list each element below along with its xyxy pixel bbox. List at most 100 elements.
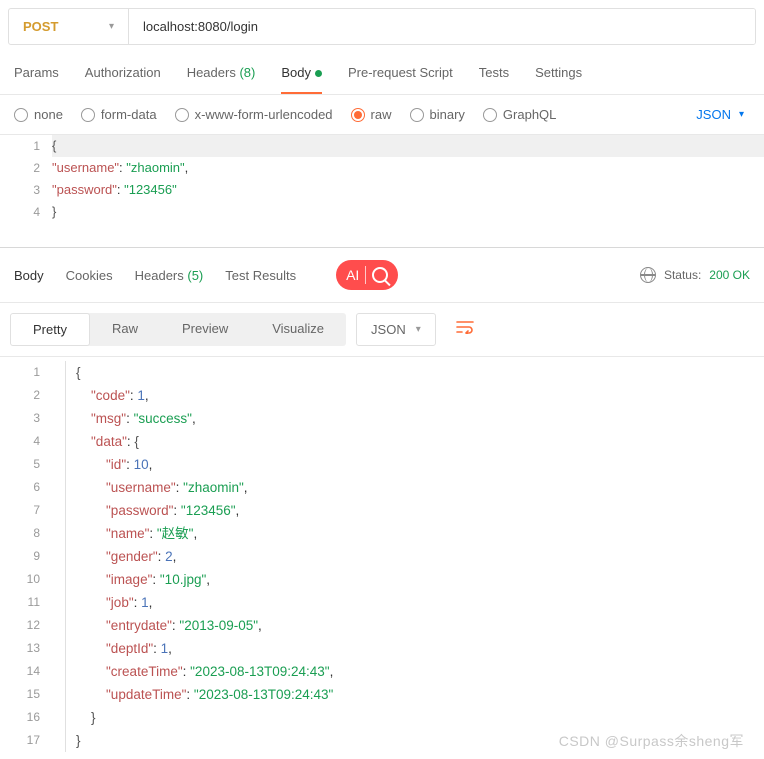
wrap-lines-button[interactable] xyxy=(446,314,484,345)
code-token: "updateTime" xyxy=(106,687,186,702)
body-type-formdata[interactable]: form-data xyxy=(81,107,157,122)
code-content: } xyxy=(76,706,764,729)
status-label: Status: xyxy=(664,268,701,282)
url-input[interactable] xyxy=(129,9,755,44)
body-type-raw[interactable]: raw xyxy=(351,107,392,122)
body-type-binary[interactable]: binary xyxy=(410,107,465,122)
body-type-urlencoded-label: x-www-form-urlencoded xyxy=(195,107,333,122)
ai-label: AI xyxy=(346,267,359,283)
request-tab-bar: Params Authorization Headers (8) Body Pr… xyxy=(0,53,764,95)
response-line: 15 "updateTime": "2023-08-13T09:24:43" xyxy=(0,683,764,706)
view-tab-preview[interactable]: Preview xyxy=(160,313,250,346)
fold-gutter[interactable] xyxy=(52,660,66,683)
tab-settings[interactable]: Settings xyxy=(535,65,582,94)
fold-gutter[interactable] xyxy=(52,683,66,706)
code-token: "赵敏" xyxy=(157,526,194,541)
code-token: "password" xyxy=(106,503,173,518)
code-token: : xyxy=(153,641,161,656)
view-tab-pretty[interactable]: Pretty xyxy=(10,313,90,346)
response-line: 7 "password": "123456", xyxy=(0,499,764,522)
request-body-editor[interactable]: 1{ 2"username": "zhaomin", 3"password": … xyxy=(0,134,764,223)
tab-authorization[interactable]: Authorization xyxy=(85,65,161,94)
tab-prerequest[interactable]: Pre-request Script xyxy=(348,65,453,94)
tab-body[interactable]: Body xyxy=(281,65,322,94)
response-format-select[interactable]: JSON ▾ xyxy=(356,313,436,346)
code-content: "code": 1, xyxy=(76,384,764,407)
code-token: , xyxy=(149,457,153,472)
response-line: 8 "name": "赵敏", xyxy=(0,522,764,545)
resp-tab-body[interactable]: Body xyxy=(14,268,44,283)
fold-gutter[interactable] xyxy=(52,453,66,476)
fold-gutter[interactable] xyxy=(52,568,66,591)
fold-gutter[interactable] xyxy=(52,361,66,384)
method-select[interactable]: POST ▾ xyxy=(9,9,129,44)
code-content: "id": 10, xyxy=(76,453,764,476)
response-line: 14 "createTime": "2023-08-13T09:24:43", xyxy=(0,660,764,683)
response-line: 16 } xyxy=(0,706,764,729)
fold-gutter[interactable] xyxy=(52,637,66,660)
tab-tests[interactable]: Tests xyxy=(479,65,509,94)
line-number: 12 xyxy=(0,614,52,637)
code-token: "entrydate" xyxy=(106,618,172,633)
resp-tab-headers[interactable]: Headers (5) xyxy=(135,268,204,283)
fold-gutter[interactable] xyxy=(52,407,66,430)
response-line: 6 "username": "zhaomin", xyxy=(0,476,764,499)
tab-params[interactable]: Params xyxy=(14,65,59,94)
raw-language-select[interactable]: JSON ▾ xyxy=(696,107,750,122)
fold-gutter[interactable] xyxy=(52,499,66,522)
response-line: 9 "gender": 2, xyxy=(0,545,764,568)
code-content: { xyxy=(76,361,764,384)
code-token: "10.jpg" xyxy=(160,572,206,587)
code-token: "username" xyxy=(52,160,119,175)
code-token: { xyxy=(134,434,139,449)
resp-tab-testresults[interactable]: Test Results xyxy=(225,268,296,283)
fold-gutter[interactable] xyxy=(52,591,66,614)
body-type-graphql[interactable]: GraphQL xyxy=(483,107,556,122)
line-number: 15 xyxy=(0,683,52,706)
wrap-icon xyxy=(456,320,474,334)
url-bar: POST ▾ xyxy=(8,8,756,45)
response-tab-bar: Body Cookies Headers (5) Test Results AI… xyxy=(0,248,764,303)
code-token: "id" xyxy=(106,457,126,472)
code-token: , xyxy=(145,388,149,403)
resp-tab-headers-label: Headers xyxy=(135,268,184,283)
ai-search-overlay[interactable]: AI xyxy=(336,260,398,290)
radio-icon xyxy=(410,108,424,122)
code-token: "gender" xyxy=(106,549,158,564)
resp-tab-cookies[interactable]: Cookies xyxy=(66,268,113,283)
code-token: "123456" xyxy=(181,503,236,518)
fold-gutter[interactable] xyxy=(52,545,66,568)
fold-gutter[interactable] xyxy=(52,384,66,407)
response-line: 1{ xyxy=(0,361,764,384)
code-content: "gender": 2, xyxy=(76,545,764,568)
tab-headers[interactable]: Headers (8) xyxy=(187,65,256,94)
method-label: POST xyxy=(23,19,58,34)
code-token: "2013-09-05" xyxy=(179,618,258,633)
radio-icon xyxy=(175,108,189,122)
code-token: , xyxy=(206,572,210,587)
line-number: 2 xyxy=(0,157,52,179)
code-token: , xyxy=(236,503,240,518)
fold-gutter[interactable] xyxy=(52,614,66,637)
fold-gutter[interactable] xyxy=(52,522,66,545)
globe-icon[interactable] xyxy=(640,267,656,283)
line-number: 11 xyxy=(0,591,52,614)
code-content: "job": 1, xyxy=(76,591,764,614)
fold-gutter[interactable] xyxy=(52,476,66,499)
body-type-urlencoded[interactable]: x-www-form-urlencoded xyxy=(175,107,333,122)
body-type-none-label: none xyxy=(34,107,63,122)
fold-gutter[interactable] xyxy=(52,706,66,729)
fold-gutter[interactable] xyxy=(52,729,66,752)
headers-count: (8) xyxy=(239,65,255,80)
code-token: "job" xyxy=(106,595,134,610)
view-tab-raw[interactable]: Raw xyxy=(90,313,160,346)
body-type-none[interactable]: none xyxy=(14,107,63,122)
response-body-viewer[interactable]: 1{2 "code": 1,3 "msg": "success",4 "data… xyxy=(0,357,764,752)
code-token: "success" xyxy=(134,411,192,426)
view-tab-visualize[interactable]: Visualize xyxy=(250,313,346,346)
body-type-formdata-label: form-data xyxy=(101,107,157,122)
code-token: "code" xyxy=(91,388,130,403)
fold-gutter[interactable] xyxy=(52,430,66,453)
code-token: "zhaomin" xyxy=(126,160,184,175)
view-mode-tabs: Pretty Raw Preview Visualize xyxy=(10,313,346,346)
